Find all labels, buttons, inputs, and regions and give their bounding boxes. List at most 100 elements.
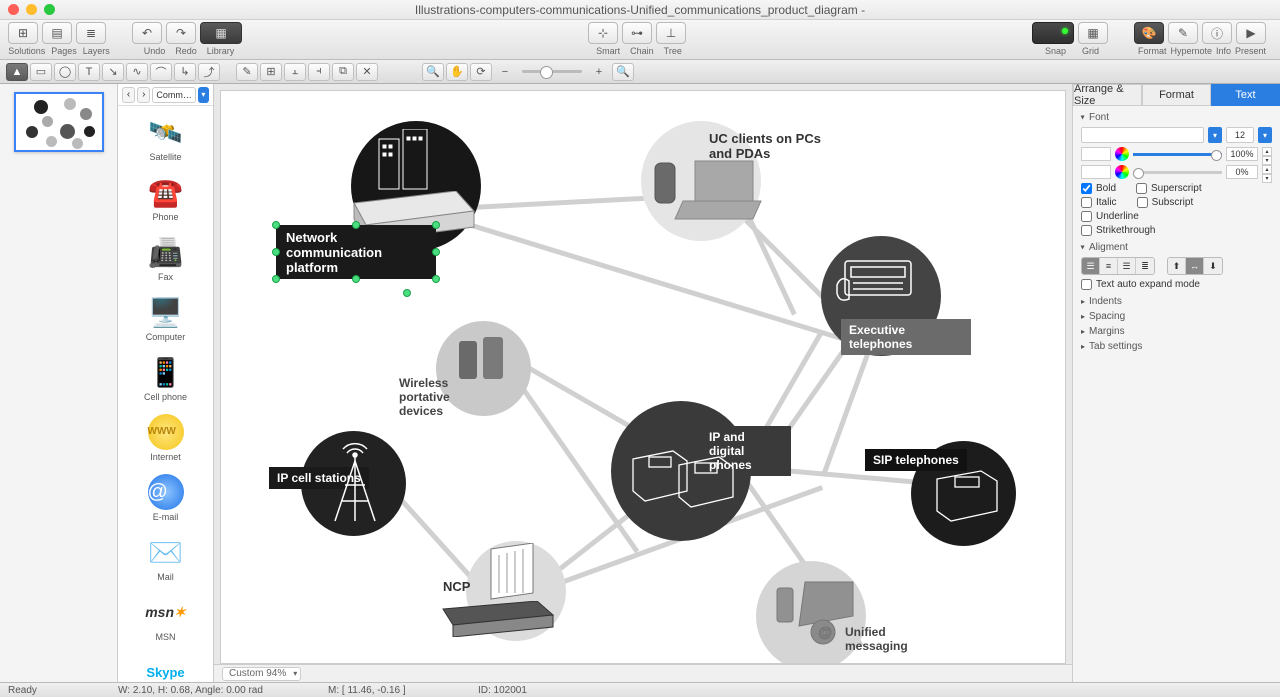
chain-button[interactable]: ⊶: [622, 22, 652, 44]
snap-button[interactable]: [1032, 22, 1074, 44]
shape-fax[interactable]: 📠Fax: [118, 230, 213, 290]
section-alignment[interactable]: Aligment: [1081, 242, 1272, 253]
info-button[interactable]: ⓘ: [1202, 22, 1232, 44]
shape-computer[interactable]: 🖥️Computer: [118, 290, 213, 350]
bg-opacity-slider[interactable]: [1133, 171, 1222, 174]
zoom-slider[interactable]: [522, 70, 582, 73]
layers-button[interactable]: ≣: [76, 22, 106, 44]
tab-format[interactable]: Format: [1142, 84, 1211, 106]
autoexpand-checkbox[interactable]: Text auto expand mode: [1081, 279, 1272, 290]
line-tool[interactable]: ↘: [102, 63, 124, 81]
opacity-stepper[interactable]: ▴▾: [1262, 147, 1272, 161]
ellipse-tool[interactable]: ◯: [54, 63, 76, 81]
shapes-category-dropdown[interactable]: Comm…: [152, 87, 196, 103]
rect-tool[interactable]: ▭: [30, 63, 52, 81]
text-color-dropdown[interactable]: [1081, 147, 1111, 161]
shape-satellite[interactable]: 🛰️Satellite: [118, 110, 213, 170]
bg-opacity-value[interactable]: 0%: [1226, 165, 1258, 179]
zoom-fit-button[interactable]: 🔍: [612, 63, 634, 81]
italic-checkbox[interactable]: Italic: [1081, 197, 1117, 208]
present-button[interactable]: ▶: [1236, 22, 1266, 44]
valign-top-button[interactable]: ⬆: [1168, 258, 1186, 274]
bg-color-dropdown[interactable]: [1081, 165, 1111, 179]
present-label: Present: [1235, 46, 1266, 56]
tab-arrange[interactable]: Arrange & Size: [1073, 84, 1142, 106]
deskphones-icon: [621, 441, 741, 521]
hypernote-button[interactable]: ✎: [1168, 22, 1198, 44]
section-font[interactable]: Font: [1081, 112, 1272, 123]
shape-skype[interactable]: SkypeSkype: [118, 650, 213, 682]
shape-email[interactable]: @E-mail: [118, 470, 213, 530]
shape-internet[interactable]: WWWInternet: [118, 410, 213, 470]
buildings-icon: [371, 129, 451, 199]
pages-button[interactable]: ▤: [42, 22, 72, 44]
align-left-button[interactable]: ☰: [1082, 258, 1100, 274]
section-indents[interactable]: Indents: [1081, 296, 1272, 307]
chain-label: Chain: [630, 46, 654, 56]
color-wheel-icon[interactable]: [1115, 165, 1129, 179]
align-right-button[interactable]: ☰: [1118, 258, 1136, 274]
color-wheel-icon[interactable]: [1115, 147, 1129, 161]
smart-button[interactable]: ⊹: [588, 22, 618, 44]
connector2-tool[interactable]: ⤴: [198, 63, 220, 81]
zoom-plus[interactable]: +: [588, 63, 610, 81]
superscript-checkbox[interactable]: Superscript: [1136, 183, 1202, 194]
snap-tool[interactable]: ⊞: [260, 63, 282, 81]
group-tool[interactable]: ⧉: [332, 63, 354, 81]
grid-button[interactable]: ▦: [1078, 22, 1108, 44]
font-size-field[interactable]: 12: [1226, 127, 1254, 143]
distribute-tool[interactable]: ⫞: [308, 63, 330, 81]
shape-cellphone[interactable]: 📱Cell phone: [118, 350, 213, 410]
redo-button[interactable]: ↷: [166, 22, 196, 44]
pan-tool[interactable]: ✋: [446, 63, 468, 81]
section-margins[interactable]: Margins: [1081, 326, 1272, 337]
select-tool[interactable]: ▲: [6, 63, 28, 81]
undo-button[interactable]: ↶: [132, 22, 162, 44]
shapes-dropdown-button[interactable]: ▾: [198, 87, 209, 103]
font-size-step[interactable]: ▾: [1258, 127, 1272, 143]
tab-text[interactable]: Text: [1211, 84, 1280, 106]
rotate-tool[interactable]: ⟳: [470, 63, 492, 81]
shape-mail[interactable]: ✉️Mail: [118, 530, 213, 590]
zoom-dropdown[interactable]: Custom 94%: [222, 667, 301, 681]
valign-middle-button[interactable]: ↔: [1186, 258, 1204, 274]
edit-tool[interactable]: ✎: [236, 63, 258, 81]
valign-bottom-button[interactable]: ⬇: [1204, 258, 1222, 274]
tree-button[interactable]: ⊥: [656, 22, 686, 44]
opacity-stepper-2[interactable]: ▴▾: [1262, 165, 1272, 179]
section-tabs[interactable]: Tab settings: [1081, 341, 1272, 352]
shapes-forward-button[interactable]: ›: [137, 87, 150, 103]
selected-label-box[interactable]: Network communication platform: [276, 225, 436, 279]
shape-phone[interactable]: ☎️Phone: [118, 170, 213, 230]
text-tool[interactable]: T: [78, 63, 100, 81]
text-opacity-value[interactable]: 100%: [1226, 147, 1258, 161]
spline-tool[interactable]: ∿: [126, 63, 148, 81]
align-center-button[interactable]: ≡: [1100, 258, 1118, 274]
page-thumbnail[interactable]: [14, 92, 104, 152]
section-spacing[interactable]: Spacing: [1081, 311, 1272, 322]
strike-checkbox[interactable]: Strikethrough: [1081, 225, 1155, 236]
align-justify-button[interactable]: ≣: [1136, 258, 1154, 274]
shape-label: E-mail: [153, 512, 179, 522]
solutions-button[interactable]: ⊞: [8, 22, 38, 44]
arc-tool[interactable]: ⌒: [150, 63, 172, 81]
format-button[interactable]: 🎨: [1134, 22, 1164, 44]
zoom-out-button[interactable]: 🔍: [422, 63, 444, 81]
canvas[interactable]: Network communication platform UC client…: [220, 90, 1066, 664]
zoom-minus[interactable]: −: [494, 63, 516, 81]
library-button[interactable]: ▦: [200, 22, 242, 44]
bold-checkbox[interactable]: Bold: [1081, 183, 1116, 194]
shape-msn[interactable]: msn✶MSN: [118, 590, 213, 650]
font-family-step[interactable]: ▾: [1208, 127, 1222, 143]
align-tool[interactable]: ⫠: [284, 63, 306, 81]
underline-checkbox[interactable]: Underline: [1081, 211, 1139, 222]
text-opacity-slider[interactable]: [1133, 153, 1222, 156]
shape-label: Internet: [150, 452, 181, 462]
shapes-back-button[interactable]: ‹: [122, 87, 135, 103]
subscript-checkbox[interactable]: Subscript: [1137, 197, 1194, 208]
misc-tool[interactable]: ✕: [356, 63, 378, 81]
connector-tool[interactable]: ↳: [174, 63, 196, 81]
undo-label: Undo: [144, 46, 166, 56]
font-family-dropdown[interactable]: [1081, 127, 1204, 143]
deskphone-icon: [927, 465, 1007, 525]
